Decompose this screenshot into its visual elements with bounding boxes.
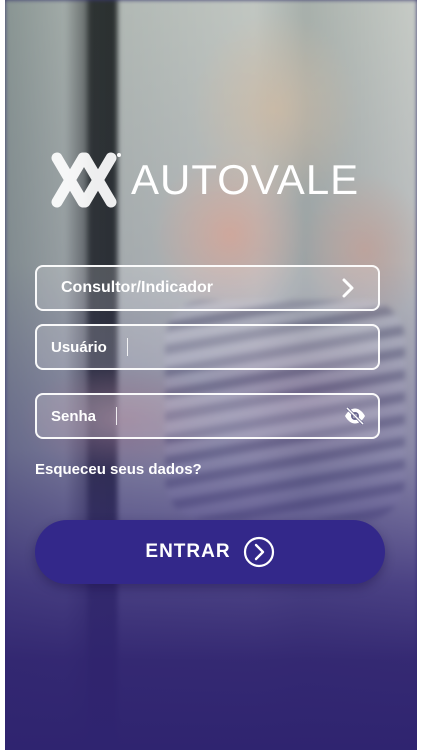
password-field[interactable]: Senha [35,393,380,439]
password-input[interactable] [125,406,378,426]
background-overlay [5,0,417,750]
chevron-right-icon [338,278,358,298]
forgot-credentials-link[interactable]: Esqueceu seus dados? [35,461,202,478]
password-label: Senha [51,407,97,425]
brand-logo: AUTOVALE [47,150,377,210]
eye-off-icon[interactable] [344,406,366,426]
enter-button[interactable]: ENTRAR [35,520,385,584]
username-label: Usuário [51,338,107,356]
username-field[interactable]: Usuário [35,324,380,370]
username-cursor-divider [126,338,128,356]
username-input[interactable] [135,337,378,357]
profile-select-label: Consultor/Indicador [61,279,213,296]
brand-name: AUTOVALE [131,156,360,203]
profile-select[interactable]: Consultor/Indicador [35,265,380,311]
password-cursor-divider [116,407,118,425]
enter-button-label: ENTRAR [145,541,231,562]
arrow-circle-right-icon [243,536,275,568]
login-screen: AUTOVALE Consultor/Indicador Usuário Sen… [5,0,417,750]
autovale-logo-icon [47,150,123,210]
